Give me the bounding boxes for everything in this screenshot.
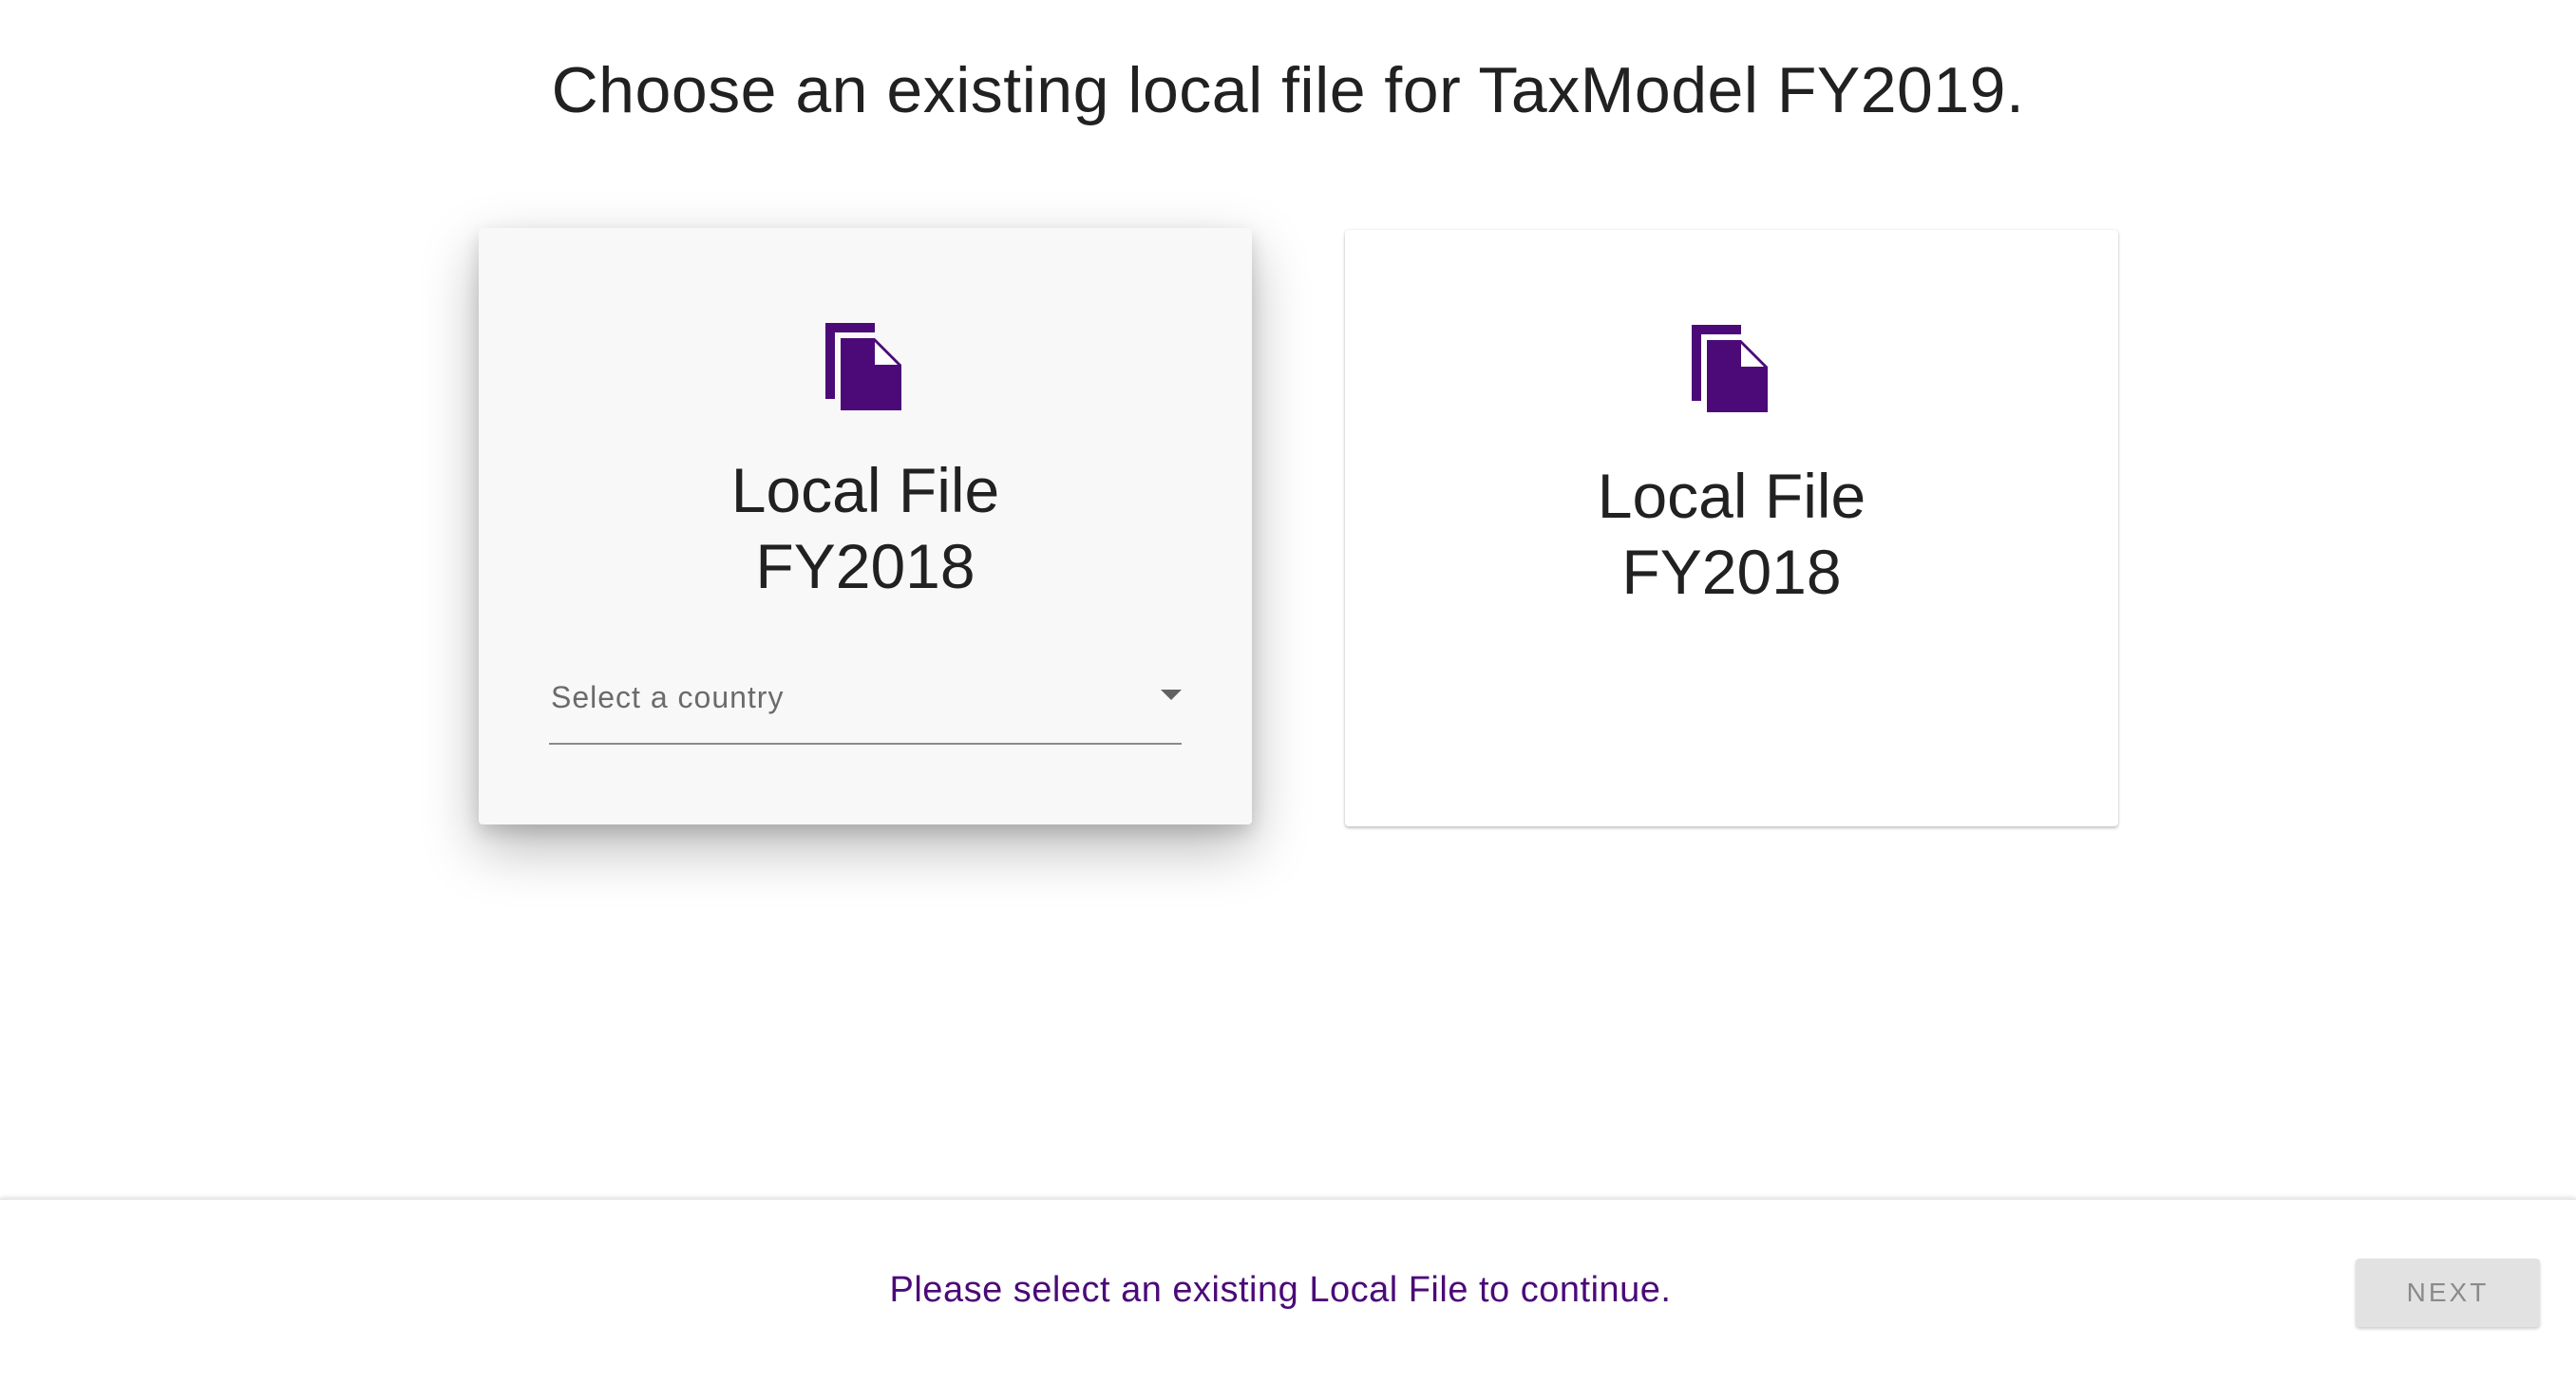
page: Choose an existing local file for TaxMod… <box>0 0 2576 1383</box>
card-title-line1: Local File <box>730 455 1000 525</box>
local-file-card-1[interactable]: Local File FY2018 Select a country <box>479 228 1252 824</box>
card-title-line1: Local File <box>1597 461 1866 531</box>
card-title-line2: FY2018 <box>755 531 975 601</box>
footer-message: Please select an existing Local File to … <box>889 1270 1672 1310</box>
footer-bar: Please select an existing Local File to … <box>0 1199 2576 1383</box>
country-select-placeholder: Select a country <box>551 680 785 714</box>
card-title: Local File FY2018 <box>479 452 1252 604</box>
card-title-line2: FY2018 <box>1621 537 1842 607</box>
card-title: Local File FY2018 <box>1345 458 2118 610</box>
dropdown-arrow-icon <box>1161 690 1182 700</box>
next-button[interactable]: NEXT <box>2356 1259 2540 1327</box>
file-copy-icon <box>1692 325 1768 412</box>
page-title: Choose an existing local file for TaxMod… <box>551 54 2025 126</box>
file-copy-icon <box>825 323 901 410</box>
country-select[interactable]: Select a country <box>549 667 1182 745</box>
local-file-card-2[interactable]: Local File FY2018 <box>1345 230 2118 826</box>
